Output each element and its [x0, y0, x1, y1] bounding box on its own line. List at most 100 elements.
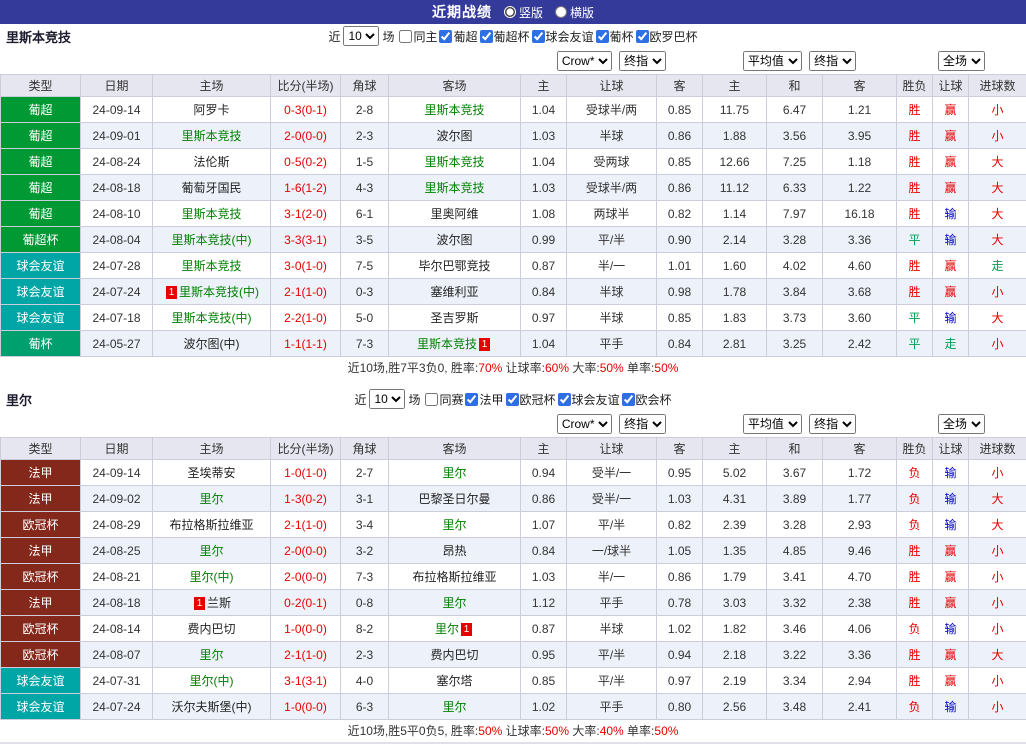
layout-radio-vertical[interactable]	[504, 6, 516, 18]
away-team-name[interactable]: 昂热	[442, 544, 466, 558]
filter-checkbox[interactable]: 欧冠杯	[506, 391, 556, 408]
score[interactable]: 3-3(3-1)	[271, 227, 341, 253]
home-team-name[interactable]: 1里斯本竞技(中)	[164, 285, 259, 299]
score[interactable]: 0-5(0-2)	[271, 149, 341, 175]
scope-select[interactable]: 全场	[938, 51, 985, 71]
away-team-name[interactable]: 布拉格斯拉维亚	[412, 570, 496, 584]
average-stage-select[interactable]: 终指	[809, 51, 856, 71]
home-team-name[interactable]: 里斯本竞技	[181, 259, 241, 273]
recent-count-select[interactable]: 10	[369, 389, 405, 409]
odds-stage-select[interactable]: 终指	[619, 414, 666, 434]
filter-checkbox-input[interactable]	[596, 30, 609, 43]
away-team-name[interactable]: 波尔图	[436, 129, 472, 143]
home-team-name[interactable]: 波尔图(中)	[184, 337, 240, 351]
away-team-name[interactable]: 里尔	[442, 466, 466, 480]
away-team-name[interactable]: 里斯本竞技	[424, 155, 484, 169]
score[interactable]: 2-0(0-0)	[271, 538, 341, 564]
odds-company-select[interactable]: Crow*	[557, 51, 612, 71]
home-team-name[interactable]: 葡萄牙国民	[181, 181, 241, 195]
filter-checkbox[interactable]: 欧会杯	[622, 391, 672, 408]
score[interactable]: 3-1(2-0)	[271, 201, 341, 227]
away-team-name[interactable]: 里斯本竞技	[424, 181, 484, 195]
layout-option-horizontal[interactable]: 横版	[555, 4, 594, 21]
home-team-name[interactable]: 里尔	[199, 544, 223, 558]
away-team-name[interactable]: 塞尔塔	[436, 674, 472, 688]
scope-select[interactable]: 全场	[938, 414, 985, 434]
away-team-name[interactable]: 里奥阿维	[430, 207, 478, 221]
away-team-name[interactable]: 费内巴切	[430, 648, 478, 662]
filter-checkbox[interactable]: 欧罗巴杯	[636, 28, 698, 45]
score[interactable]: 1-3(0-2)	[271, 486, 341, 512]
away-team-name[interactable]: 里斯本竞技	[424, 103, 484, 117]
filter-checkbox-input[interactable]	[480, 30, 493, 43]
home-team-name[interactable]: 圣埃蒂安	[187, 466, 235, 480]
score[interactable]: 2-1(1-0)	[271, 279, 341, 305]
away-team-name[interactable]: 里斯本竞技1	[417, 337, 492, 351]
home-team-name[interactable]: 沃尔夫斯堡(中)	[172, 700, 252, 714]
home-team-name[interactable]: 里斯本竞技(中)	[172, 311, 252, 325]
average-select[interactable]: 平均值	[743, 51, 802, 71]
score[interactable]: 1-6(1-2)	[271, 175, 341, 201]
home-team-name[interactable]: 1兰斯	[192, 596, 231, 610]
home-team-name[interactable]: 阿罗卡	[193, 103, 229, 117]
score[interactable]: 1-0(1-0)	[271, 460, 341, 486]
score[interactable]: 1-0(0-0)	[271, 616, 341, 642]
away-team-name[interactable]: 里尔	[442, 596, 466, 610]
average-select[interactable]: 平均值	[743, 414, 802, 434]
score[interactable]: 2-0(0-0)	[271, 564, 341, 590]
score[interactable]: 2-1(1-0)	[271, 512, 341, 538]
score[interactable]: 1-1(1-1)	[271, 331, 341, 357]
filter-checkbox-input[interactable]	[425, 393, 438, 406]
layout-option-vertical[interactable]: 竖版	[504, 4, 543, 21]
away-team-name[interactable]: 里尔	[442, 518, 466, 532]
score[interactable]: 0-3(0-1)	[271, 97, 341, 123]
filter-checkbox[interactable]: 葡超杯	[480, 28, 530, 45]
score[interactable]: 3-1(3-1)	[271, 668, 341, 694]
score[interactable]: 3-0(1-0)	[271, 253, 341, 279]
filter-checkbox-input[interactable]	[636, 30, 649, 43]
filter-checkbox[interactable]: 球会友谊	[558, 391, 620, 408]
filter-checkbox-input[interactable]	[532, 30, 545, 43]
layout-radio-horizontal[interactable]	[555, 6, 567, 18]
away-team-name[interactable]: 圣吉罗斯	[430, 311, 478, 325]
home-team-name[interactable]: 里尔	[199, 648, 223, 662]
home-team-name[interactable]: 布拉格斯拉维亚	[169, 518, 253, 532]
home-team-name[interactable]: 里尔(中)	[190, 570, 234, 584]
filter-checkbox-input[interactable]	[439, 30, 452, 43]
away-team-name[interactable]: 里尔1	[435, 622, 474, 636]
away-team-name[interactable]: 里尔	[442, 700, 466, 714]
score[interactable]: 1-0(0-0)	[271, 694, 341, 720]
filter-checkbox[interactable]: 葡杯	[596, 28, 634, 45]
recent-count-select[interactable]: 10	[343, 26, 379, 46]
score[interactable]: 0-2(0-1)	[271, 590, 341, 616]
score[interactable]: 2-1(1-0)	[271, 642, 341, 668]
corners: 8-2	[341, 616, 389, 642]
score[interactable]: 2-0(0-0)	[271, 123, 341, 149]
home-team-name[interactable]: 法伦斯	[193, 155, 229, 169]
average-stage-select[interactable]: 终指	[809, 414, 856, 434]
score[interactable]: 2-2(1-0)	[271, 305, 341, 331]
home-team-name[interactable]: 费内巴切	[187, 622, 235, 636]
filter-checkbox[interactable]: 同主	[399, 28, 437, 45]
away-team-name[interactable]: 波尔图	[436, 233, 472, 247]
odds-company-select[interactable]: Crow*	[557, 414, 612, 434]
filter-checkbox[interactable]: 法甲	[465, 391, 503, 408]
away-team-name[interactable]: 毕尔巴鄂竞技	[418, 259, 490, 273]
filter-checkbox[interactable]: 葡超	[439, 28, 477, 45]
filter-checkbox-input[interactable]	[506, 393, 519, 406]
match-type-badge: 葡超	[1, 201, 81, 227]
filter-checkbox[interactable]: 同赛	[425, 391, 463, 408]
away-team-name[interactable]: 巴黎圣日尔曼	[418, 492, 490, 506]
filter-checkbox-input[interactable]	[399, 30, 412, 43]
home-team-name[interactable]: 里斯本竞技	[181, 129, 241, 143]
filter-checkbox-input[interactable]	[622, 393, 635, 406]
home-team-name[interactable]: 里尔(中)	[190, 674, 234, 688]
home-team-name[interactable]: 里尔	[199, 492, 223, 506]
home-team-name[interactable]: 里斯本竞技(中)	[172, 233, 252, 247]
filter-checkbox[interactable]: 球会友谊	[532, 28, 594, 45]
odds-stage-select[interactable]: 终指	[619, 51, 666, 71]
away-team-name[interactable]: 塞维利亚	[430, 285, 478, 299]
home-team-name[interactable]: 里斯本竞技	[181, 207, 241, 221]
filter-checkbox-input[interactable]	[558, 393, 571, 406]
filter-checkbox-input[interactable]	[465, 393, 478, 406]
